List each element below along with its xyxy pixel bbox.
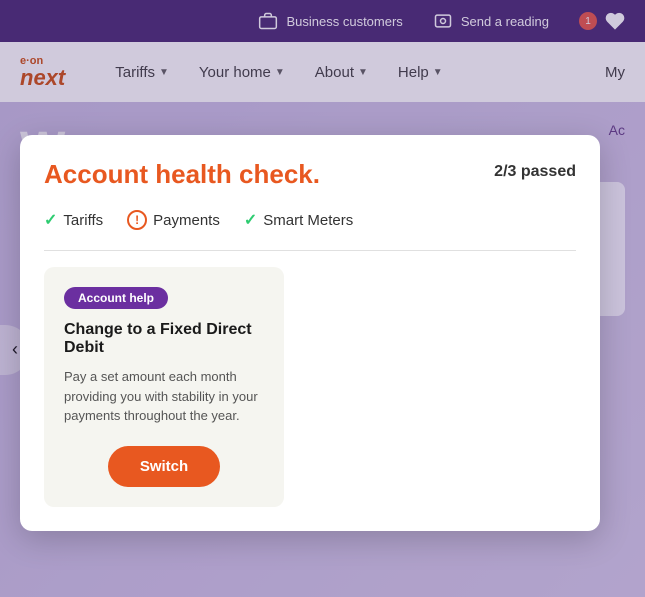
checks-row: ✓ Tariffs ! Payments ✓ Smart Meters bbox=[44, 210, 576, 230]
account-help-card: Account help Change to a Fixed Direct De… bbox=[44, 267, 284, 507]
switch-button[interactable]: Switch bbox=[108, 446, 220, 487]
account-help-badge: Account help bbox=[64, 287, 168, 309]
smart-meters-check-label: Smart Meters bbox=[263, 212, 353, 229]
modal-header: Account health check. 2/3 passed bbox=[44, 159, 576, 190]
health-check-modal: Account health check. 2/3 passed ✓ Tarif… bbox=[20, 135, 600, 531]
modal-title: Account health check. bbox=[44, 159, 320, 190]
smart-meters-check-icon: ✓ bbox=[244, 210, 257, 230]
tariffs-check-label: Tariffs bbox=[63, 212, 103, 229]
card-description: Pay a set amount each month providing yo… bbox=[64, 367, 264, 426]
tariffs-check-icon: ✓ bbox=[44, 210, 57, 230]
check-payments: ! Payments bbox=[127, 210, 220, 230]
passed-count: 2/3 passed bbox=[494, 159, 576, 181]
card-title: Change to a Fixed Direct Debit bbox=[64, 321, 264, 357]
check-smart-meters: ✓ Smart Meters bbox=[244, 210, 353, 230]
modal-divider bbox=[44, 250, 576, 251]
modal-overlay: Account health check. 2/3 passed ✓ Tarif… bbox=[0, 0, 645, 597]
check-tariffs: ✓ Tariffs bbox=[44, 210, 103, 230]
payments-warn-icon: ! bbox=[127, 210, 147, 230]
card-area: Account help Change to a Fixed Direct De… bbox=[44, 267, 576, 507]
payments-check-label: Payments bbox=[153, 212, 220, 229]
